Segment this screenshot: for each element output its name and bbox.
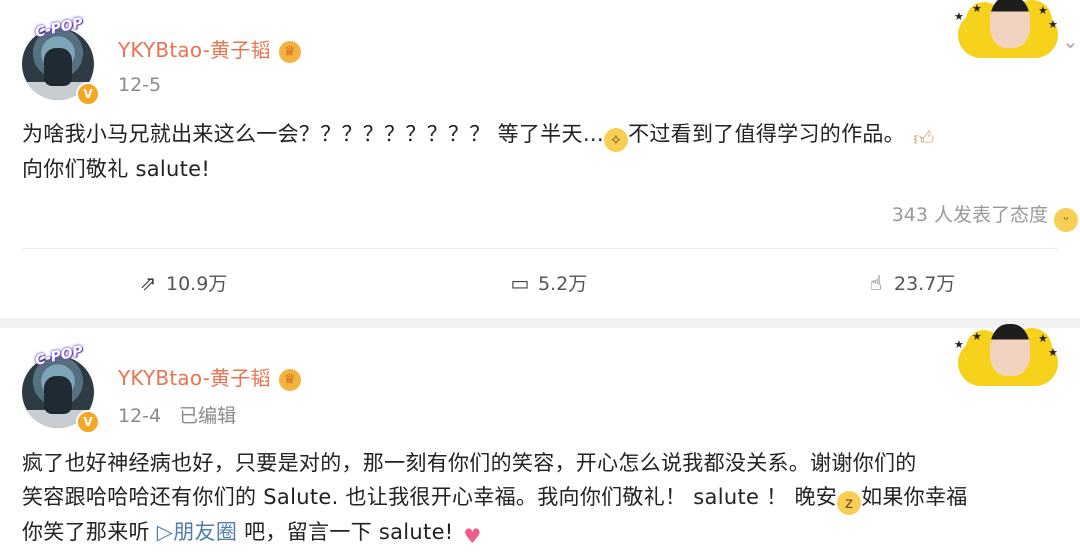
author-name-text: YKYBtao-黄子韬 <box>118 366 271 390</box>
verified-icon: V <box>76 82 100 106</box>
content-line: 疯了也好神经病也好，只要是对的，那一刻有你们的笑容，开心怎么说我都没关系。谢谢你… <box>22 446 1062 480</box>
friends-circle-link[interactable]: ▷朋友圈 <box>157 520 237 544</box>
comment-count: 5.2万 <box>538 273 588 295</box>
content-text: 不过看到了值得学习的作品。 <box>628 122 905 146</box>
crown-icon: ♕ <box>278 41 301 63</box>
post-date: 12-4 <box>118 405 162 427</box>
divider <box>22 248 1058 249</box>
like-count: 23.7万 <box>894 273 956 295</box>
crown-icon: ♕ <box>278 369 301 391</box>
thumbs-up-icon: ☝ <box>869 271 883 295</box>
author-name[interactable]: YKYBtao-黄子韬 ♕ <box>118 34 301 63</box>
action-bar: ⇗ 10.9万 ▭ 5.2万 ☝ 23.7万 <box>0 266 1080 300</box>
star-icon: ★ <box>972 330 982 343</box>
avatar-figure <box>44 376 72 414</box>
comment-icon: ▭ <box>510 271 530 295</box>
post-meta: 12-4 已编辑 <box>118 401 236 428</box>
avatar-figure <box>44 48 72 86</box>
sticker-face <box>990 324 1030 376</box>
avatar[interactable]: C-POP V <box>20 343 100 434</box>
comment-button[interactable]: ▭ 5.2万 <box>508 266 588 301</box>
avatar[interactable]: C-POP V <box>20 15 100 106</box>
star-icon: ★ <box>1038 332 1048 345</box>
heart-emoji-icon: ♥ <box>463 524 482 548</box>
sticker-badge: ★ ★ ★ ★ <box>950 0 1058 60</box>
star-icon: ★ <box>1048 18 1058 31</box>
star-icon: ★ <box>1048 346 1058 359</box>
content-text: 疯了也好神经病也好，只要是对的，那一刻有你们的笑容，开心怎么说我都没关系。谢谢你… <box>22 451 917 475</box>
author-name-text: YKYBtao-黄子韬 <box>118 38 271 62</box>
verified-icon: V <box>76 410 100 434</box>
content-line: 你笑了那来听 ▷朋友圈 吧，留言一下 salute! ♥ <box>22 515 1062 549</box>
author-name[interactable]: YKYBtao-黄子韬 ♕ <box>118 362 301 391</box>
sticker-face <box>990 0 1030 48</box>
post-content: 为啥我小马兄就出来这么一会？？？？？？？？？ 等了半天… ✧ 不过看到了值得学习的作… <box>22 117 1062 186</box>
content-text: 笑容跟哈哈哈还有你们的 Salute. 也让我很开心幸福。我向你们敬礼！ sal… <box>22 485 838 509</box>
content-line: 向你们敬礼 salute! <box>22 152 1062 186</box>
thumbs-up-emoji-icon: 👍︎ <box>913 126 935 150</box>
weibo-post: C-POP V YKYBtao-黄子韬 ♕ 12-5 ★ ★ ★ ★ ⌄ 为啥我小… <box>0 0 1080 318</box>
post-content: 疯了也好神经病也好，只要是对的，那一刻有你们的笑容，开心怎么说我都没关系。谢谢你… <box>22 446 1062 549</box>
sticker-badge: ★ ★ ★ ★ <box>950 324 1058 388</box>
content-text: 为啥我小马兄就出来这么一会？？？？？？？？？ 等了半天… <box>22 122 605 146</box>
like-button[interactable]: ☝ 23.7万 <box>864 266 955 301</box>
crying-emoji-icon: ✧ <box>604 128 629 152</box>
reactions-summary[interactable]: 343 人发表了态度 ᵕ <box>892 200 1078 232</box>
content-line: 笑容跟哈哈哈还有你们的 Salute. 也让我很开心幸福。我向你们敬礼！ sal… <box>22 480 1062 515</box>
repost-icon: ⇗ <box>139 271 157 295</box>
reactions-count: 343 人发表了态度 <box>891 204 1048 226</box>
star-icon: ★ <box>972 2 982 15</box>
content-text: 你笑了那来听 <box>22 520 157 544</box>
weibo-post: C-POP V YKYBtao-黄子韬 ♕ 12-4 已编辑 ★ ★ ★ ★ 疯了也… <box>0 324 1080 560</box>
content-text: 如果你幸福 <box>861 485 968 509</box>
content-text: 吧，留言一下 salute! <box>237 520 454 544</box>
laugh-emoji-icon: ᵕ <box>1054 208 1078 232</box>
sleeping-emoji-icon: z <box>837 491 862 515</box>
star-icon: ★ <box>954 338 964 351</box>
content-text: 向你们敬礼 salute! <box>22 157 211 181</box>
post-meta: 12-5 <box>118 74 161 96</box>
post-date: 12-5 <box>118 74 162 96</box>
star-icon: ★ <box>1038 4 1048 17</box>
repost-count: 10.9万 <box>166 273 228 295</box>
chevron-down-icon[interactable]: ⌄ <box>1062 31 1079 51</box>
repost-button[interactable]: ⇗ 10.9万 <box>136 266 228 301</box>
edited-label: 已编辑 <box>179 405 237 427</box>
post-separator <box>0 318 1080 328</box>
star-icon: ★ <box>954 10 964 23</box>
content-line: 为啥我小马兄就出来这么一会？？？？？？？？？ 等了半天… ✧ 不过看到了值得学习的作… <box>22 117 1062 152</box>
